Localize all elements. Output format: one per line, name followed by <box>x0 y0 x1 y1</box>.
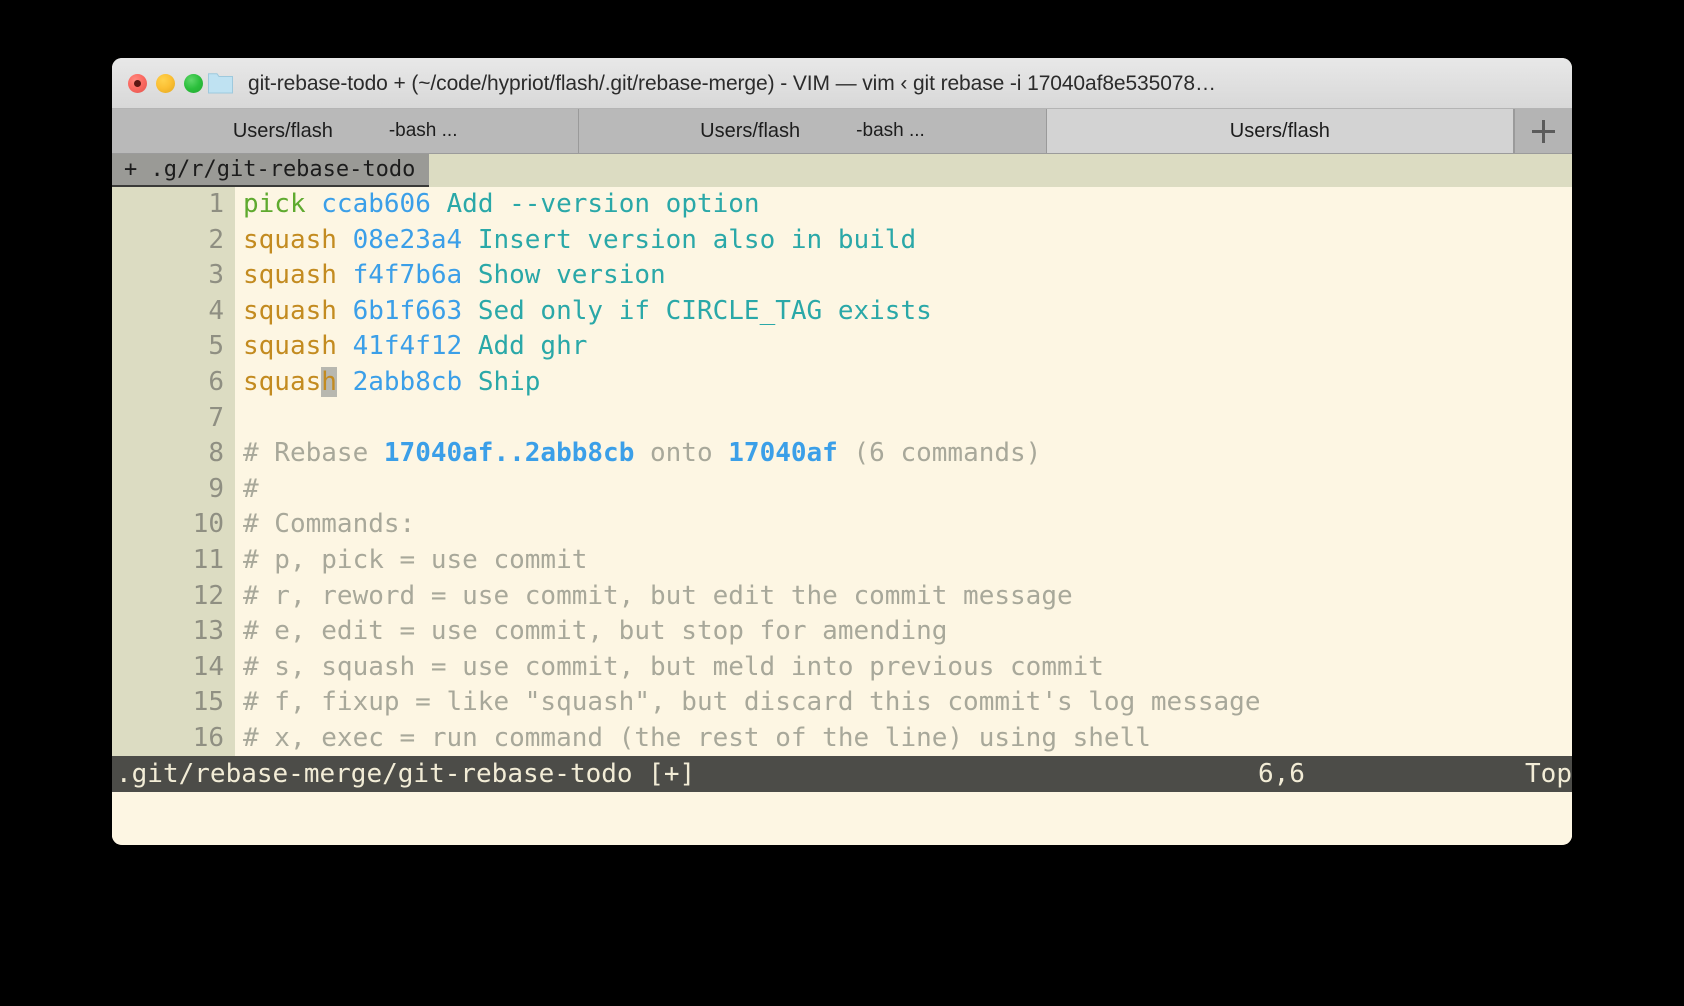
vim-code-lines: 1 pick ccab606 Add --version option 2 squas… <box>112 187 1572 757</box>
vim-line-text: # p, pick = use commit <box>243 544 588 575</box>
terminal-tab-1-subtitle: -bash ... <box>388 120 458 141</box>
vim-line-number: 16 <box>192 722 224 753</box>
vim-tabline: + .g/r/git-rebase-todo <box>112 154 1572 187</box>
terminal-tab-2-subtitle: -bash ... <box>856 120 925 141</box>
terminal-tabbar: Users/flash -bash ... Users/flash -bash … <box>112 109 1572 154</box>
plus-icon <box>1531 119 1555 143</box>
vim-line-number: 11 <box>192 544 224 575</box>
vim-code-line: 6 squash 2abb8cb Ship <box>112 365 1572 401</box>
vim-line-text: # Rebase 17040af..2abb8cb onto 17040af (… <box>243 438 1042 469</box>
vim-line-text: squash f4f7b6a Show version <box>243 260 666 291</box>
vim-line-number: 8 <box>208 438 224 469</box>
vim-code-line: 5 squash 41f4f12 Add ghr <box>112 329 1572 365</box>
vim-code-line: 9 # <box>112 472 1572 508</box>
vim-code-line: 12 # r, reword = use commit, but edit the… <box>112 579 1572 615</box>
terminal-tab-2-title: Users/flash <box>700 119 801 142</box>
vim-text-area[interactable]: 1 pick ccab606 Add --version option 2 squas… <box>112 187 1572 759</box>
vim-code-line: 7 <box>112 401 1572 437</box>
vim-code-line: 3 squash f4f7b6a Show version <box>112 258 1572 294</box>
vim-line-text: squash 08e23a4 Insert version also in bu… <box>243 224 917 255</box>
vim-line-text: squash 2abb8cb Ship <box>243 366 541 397</box>
vim-code-line: 13 # e, edit = use commit, but stop for a… <box>112 614 1572 650</box>
vim-line-number: 14 <box>192 651 224 682</box>
desktop-background: git-rebase-todo + (~/code/hypriot/flash/… <box>0 0 1684 1006</box>
vim-line-text: # Commands: <box>243 509 416 540</box>
window-title: git-rebase-todo + (~/code/hypriot/flash/… <box>248 72 1216 95</box>
terminal-tab-3[interactable]: Users/flash <box>1046 109 1514 153</box>
vim-line-text: squash 41f4f12 Add ghr <box>243 331 588 362</box>
vim-line-number: 13 <box>192 616 224 647</box>
vim-code-line: 10 # Commands: <box>112 507 1572 543</box>
vim-line-number: 6 <box>208 366 224 397</box>
terminal-tab-1[interactable]: Users/flash -bash ... <box>112 109 580 153</box>
vim-line-text: # x, exec = run command (the rest of the… <box>243 722 1151 753</box>
vim-line-number: 10 <box>192 509 224 540</box>
vim-line-number: 12 <box>192 580 224 611</box>
vim-code-line: 8 # Rebase 17040af..2abb8cb onto 17040af … <box>112 436 1572 472</box>
vim-line-text: pick ccab606 Add --version option <box>243 189 760 219</box>
vim-tab-active[interactable]: + .g/r/git-rebase-todo <box>112 154 430 187</box>
vim-line-number: 4 <box>208 295 224 326</box>
vim-code-line: 11 # p, pick = use commit <box>112 543 1572 579</box>
vim-tabline-filler <box>429 154 1572 187</box>
vim-code-line: 2 squash 08e23a4 Insert version also in b… <box>112 223 1572 259</box>
minimize-button[interactable] <box>156 74 175 93</box>
vim-code-line: 1 pick ccab606 Add --version option <box>112 187 1572 223</box>
vim-editor: + .g/r/git-rebase-todo 1 pick ccab606 Add… <box>112 154 1572 844</box>
terminal-window: git-rebase-todo + (~/code/hypriot/flash/… <box>112 58 1572 845</box>
vim-line-text: # f, fixup = like "squash", but discard … <box>243 687 1261 718</box>
window-titlebar: git-rebase-todo + (~/code/hypriot/flash/… <box>112 58 1572 109</box>
vim-code-line: 14 # s, squash = use commit, but meld int… <box>112 650 1572 686</box>
terminal-tab-3-title: Users/flash <box>1229 119 1330 142</box>
vim-line-number: 5 <box>208 331 224 362</box>
vim-line-text: # r, reword = use commit, but edit the c… <box>243 580 1073 611</box>
folder-icon <box>208 73 233 94</box>
vim-bottom-padding <box>112 792 1572 844</box>
vim-statusline: .git/rebase-merge/git-rebase-todo [+] 6,… <box>112 756 1572 792</box>
vim-code-line: 4 squash 6b1f663 Sed only if CIRCLE_TAG e… <box>112 294 1572 330</box>
vim-code-line: 16 # x, exec = run command (the rest of t… <box>112 721 1572 757</box>
window-controls <box>128 58 203 109</box>
vim-line-text: squash 6b1f663 Sed only if CIRCLE_TAG ex… <box>243 295 932 326</box>
close-button[interactable] <box>128 74 147 93</box>
vim-line-text: # e, edit = use commit, but stop for ame… <box>243 616 948 647</box>
vim-line-number: 2 <box>208 224 224 255</box>
vim-line-text <box>235 401 259 437</box>
maximize-button[interactable] <box>184 74 203 93</box>
vim-line-number: 7 <box>208 402 224 433</box>
vim-line-text: # s, squash = use commit, but meld into … <box>243 651 1104 682</box>
vim-line-number: 9 <box>208 473 224 504</box>
vim-line-number: 15 <box>192 687 224 718</box>
vim-status-position: 6,6 <box>1258 759 1305 789</box>
new-tab-button[interactable] <box>1513 109 1572 153</box>
vim-line-text: # <box>243 473 259 504</box>
vim-code-line: 15 # f, fixup = like "squash", but discar… <box>112 685 1572 721</box>
vim-status-filename: .git/rebase-merge/git-rebase-todo [+] <box>116 759 696 789</box>
terminal-tab-2[interactable]: Users/flash -bash ... <box>579 109 1047 153</box>
vim-line-number: 1 <box>208 189 224 219</box>
terminal-tab-1-title: Users/flash <box>232 119 333 142</box>
vim-line-number: 3 <box>208 260 224 291</box>
vim-status-scroll: Top <box>1525 759 1572 789</box>
